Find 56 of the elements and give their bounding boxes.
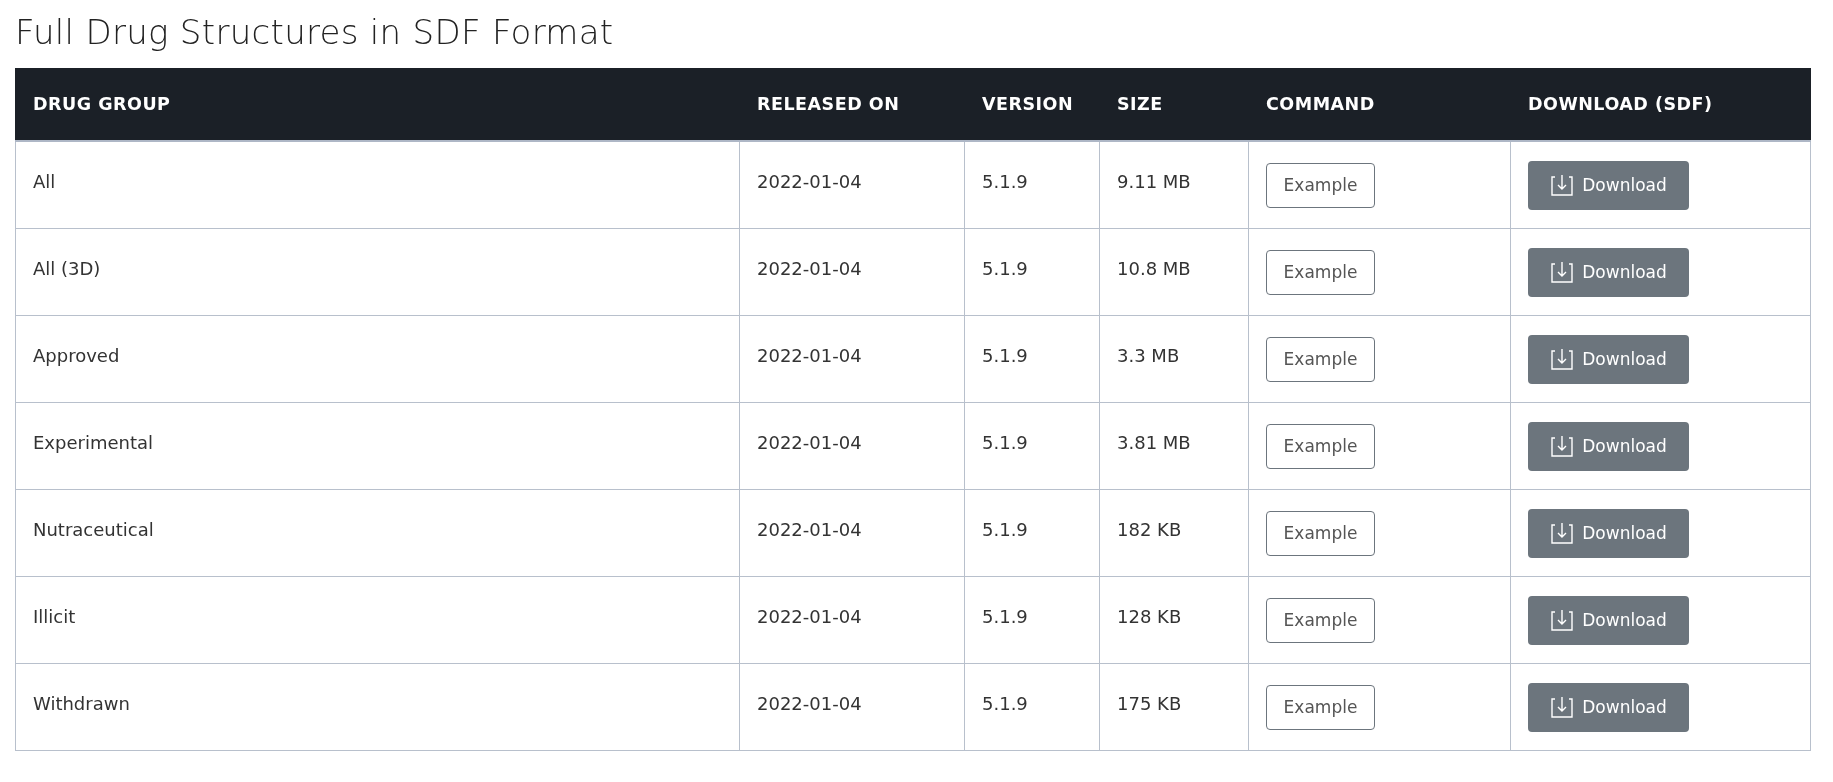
table-cell: 5.1.9: [982, 170, 1028, 192]
table-cell: 5.1.9: [982, 692, 1028, 714]
table-cell: Nutraceutical: [33, 518, 154, 540]
download-button[interactable]: Download: [1528, 682, 1689, 732]
download-icon: [1550, 521, 1575, 545]
table-cell: Approved: [33, 344, 120, 366]
example-button[interactable]: Example: [1266, 597, 1375, 643]
download-button[interactable]: Download: [1528, 160, 1689, 210]
download-button[interactable]: Download: [1528, 247, 1689, 297]
table-cell: 3.3 MB: [1117, 344, 1180, 366]
table-cell: All: [33, 170, 56, 192]
table-cell: 2022-01-04: [757, 431, 862, 453]
download-icon: [1550, 434, 1575, 458]
table-cell: 2022-01-04: [757, 605, 862, 627]
download-button[interactable]: Download: [1528, 595, 1689, 645]
download-icon: [1550, 173, 1575, 197]
table-cell: 9.11 MB: [1117, 170, 1191, 192]
download-icon: [1550, 347, 1575, 371]
table-cell: 5.1.9: [982, 605, 1028, 627]
table-cell: 2022-01-04: [757, 518, 862, 540]
table-cell: 5.1.9: [982, 257, 1028, 279]
example-button[interactable]: Example: [1266, 336, 1375, 382]
table-cell: 5.1.9: [982, 344, 1028, 366]
example-button[interactable]: Example: [1266, 510, 1375, 556]
column-header: VERSION: [981, 94, 1075, 114]
table-cell: 5.1.9: [982, 518, 1028, 540]
table-cell: Illicit: [33, 605, 76, 627]
download-icon: [1550, 608, 1575, 632]
column-header: RELEASED ON: [756, 94, 901, 114]
download-button[interactable]: Download: [1528, 508, 1689, 558]
table-cell: All (3D): [33, 257, 101, 279]
table-cell: 175 KB: [1117, 692, 1182, 714]
column-header: COMMAND: [1265, 94, 1376, 114]
example-button[interactable]: Example: [1266, 684, 1375, 730]
table-cell: 2022-01-04: [757, 170, 862, 192]
column-header: DRUG GROUP: [32, 94, 172, 114]
table-cell: 2022-01-04: [757, 257, 862, 279]
table-cell: Experimental: [33, 431, 154, 453]
column-header: SIZE: [1116, 94, 1164, 114]
download-icon: [1550, 260, 1575, 284]
column-header: DOWNLOAD (SDF): [1527, 94, 1714, 114]
example-button[interactable]: Example: [1266, 249, 1375, 295]
table-cell: 2022-01-04: [757, 692, 862, 714]
download-button[interactable]: Download: [1528, 334, 1689, 384]
example-button[interactable]: Example: [1266, 162, 1375, 208]
table-cell: 5.1.9: [982, 431, 1028, 453]
table-cell: 3.81 MB: [1117, 431, 1191, 453]
table-cell: 2022-01-04: [757, 344, 862, 366]
table-cell: 128 KB: [1117, 605, 1182, 627]
table-cell: 182 KB: [1117, 518, 1182, 540]
example-button[interactable]: Example: [1266, 423, 1375, 469]
table-cell: Withdrawn: [33, 692, 130, 714]
page-title: Full Drug Structures in SDF Format: [15, 11, 615, 54]
table-cell: 10.8 MB: [1117, 257, 1191, 279]
download-icon: [1550, 695, 1575, 719]
download-button[interactable]: Download: [1528, 421, 1689, 471]
